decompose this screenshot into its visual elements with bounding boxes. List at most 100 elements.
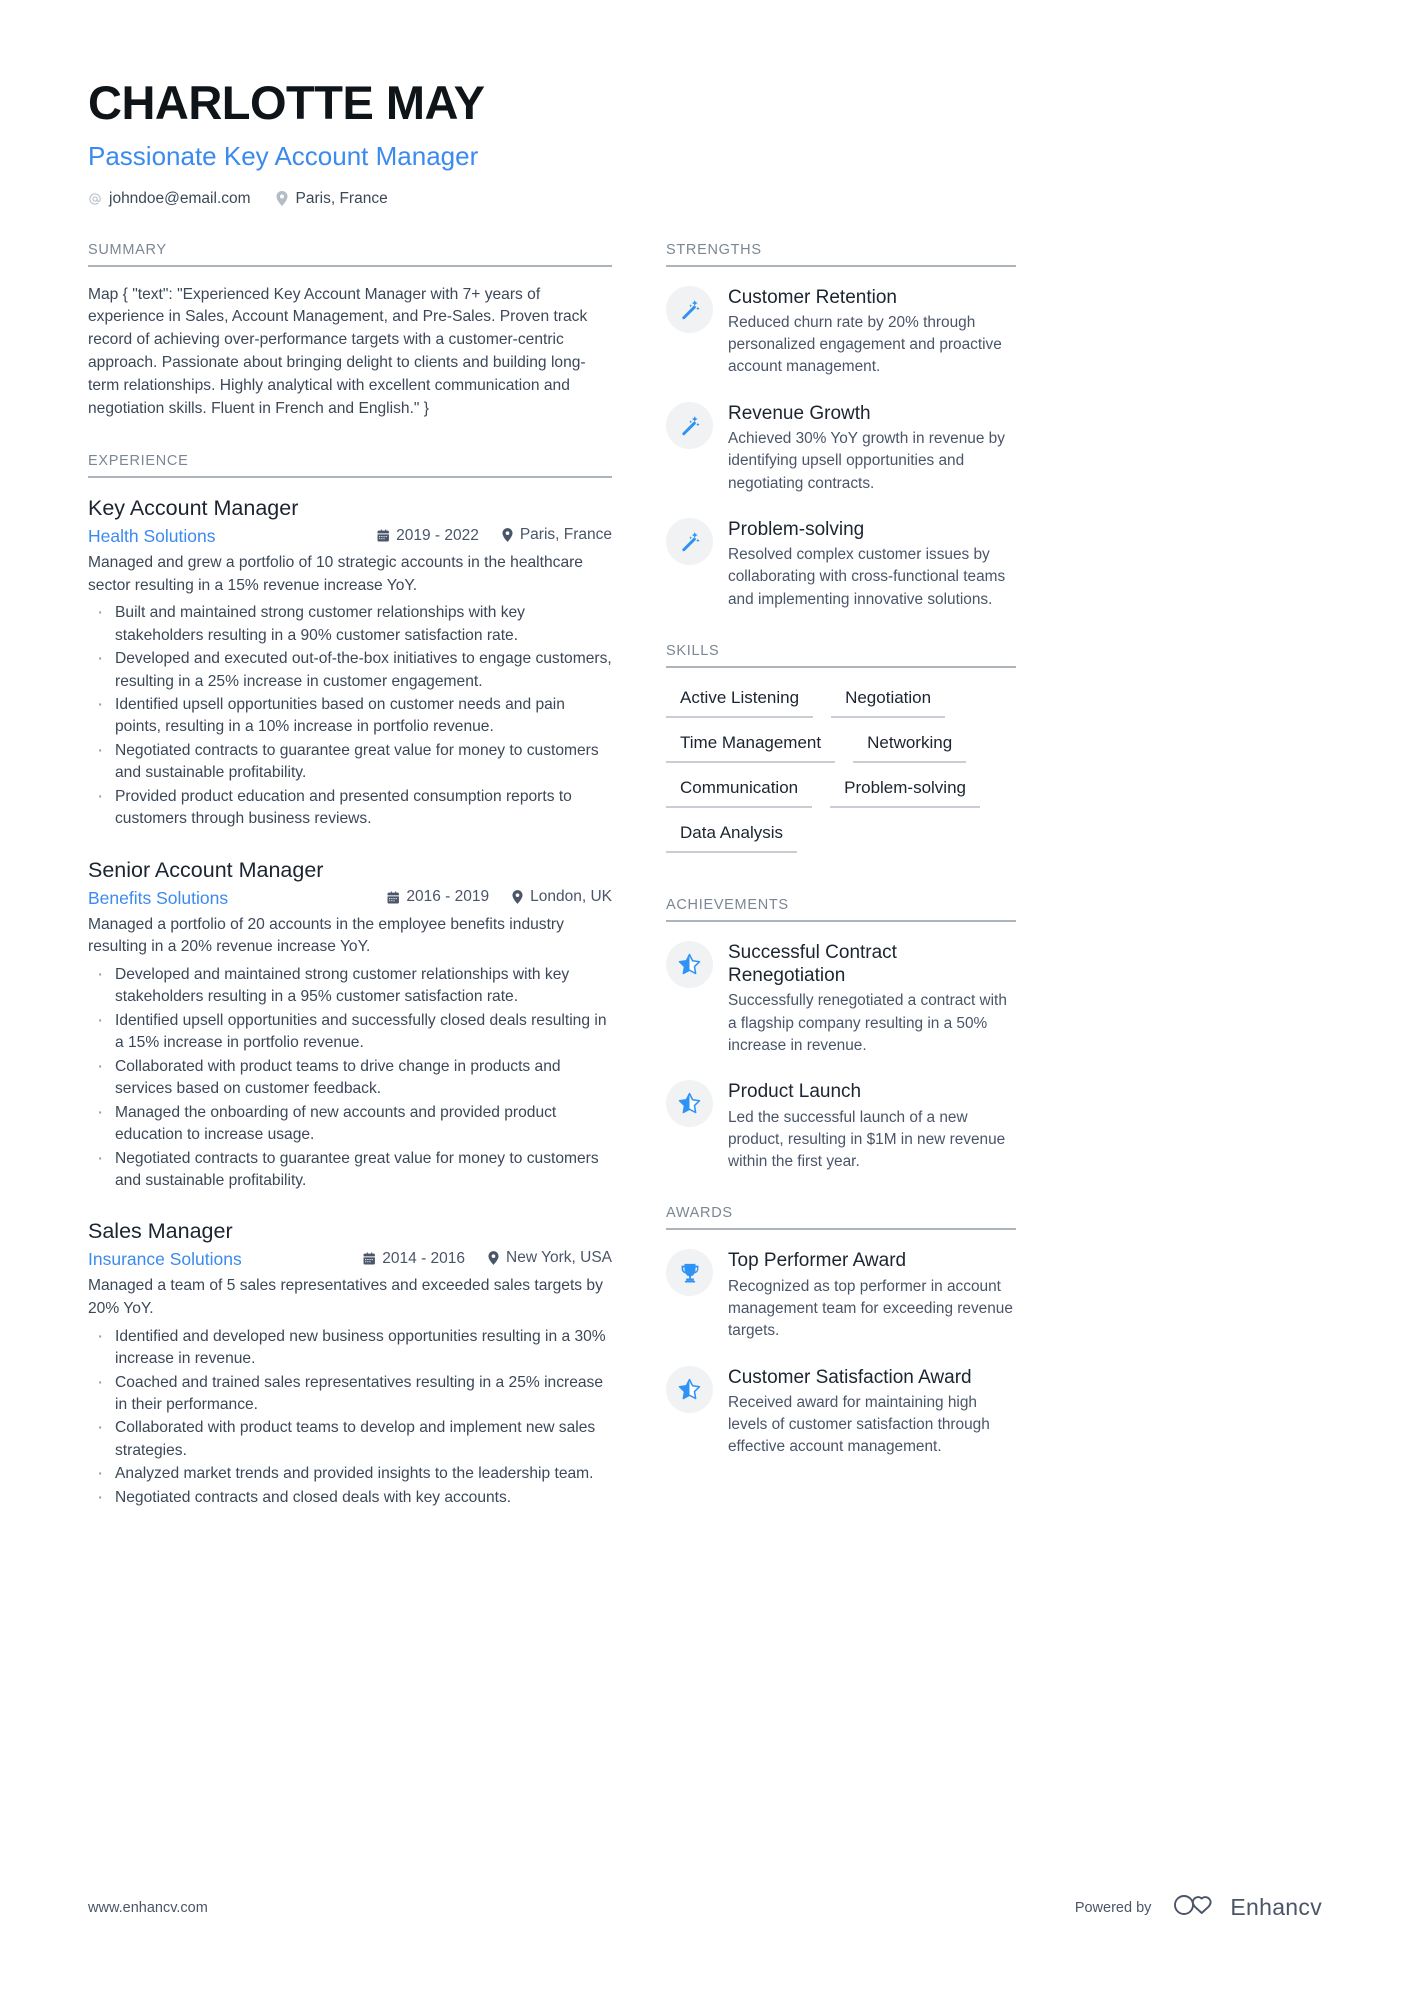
summary-text: Map { "text": "Experienced Key Account M… bbox=[88, 285, 588, 418]
job-bullets: Identified and developed new business op… bbox=[88, 1324, 612, 1511]
job-location-text: Paris, France bbox=[519, 526, 612, 543]
strength-desc: Resolved complex customer issues by coll… bbox=[728, 546, 1006, 608]
skill-tag: Networking bbox=[853, 730, 967, 763]
job-location: London, UK bbox=[511, 888, 612, 906]
enhancv-brand[interactable]: Enhancv bbox=[1173, 1892, 1322, 1923]
award-title: Customer Satisfaction Award bbox=[728, 1366, 972, 1388]
location-pin-icon bbox=[501, 528, 514, 543]
job-bullet: Identified upsell opportunities based on… bbox=[88, 692, 612, 739]
awards-heading: AWARDS bbox=[666, 1205, 1016, 1231]
enhancv-logo-icon bbox=[1173, 1892, 1219, 1923]
skill-tag: Problem-solving bbox=[830, 775, 980, 808]
job-date-text: 2016 - 2019 bbox=[406, 888, 490, 906]
job-bullet: Collaborated with product teams to drive… bbox=[88, 1054, 612, 1101]
job-bullet: Collaborated with product teams to devel… bbox=[88, 1415, 612, 1462]
job-company[interactable]: Insurance Solutions bbox=[88, 1249, 363, 1270]
at-sign-icon bbox=[88, 191, 102, 207]
job-summary: Managed a portfolio of 20 accounts in th… bbox=[88, 915, 564, 956]
enhancv-brand-name: Enhancv bbox=[1230, 1894, 1322, 1920]
calendar-icon bbox=[363, 1251, 376, 1266]
achievements-section: ACHIEVEMENTS Successful Contract Renegot… bbox=[666, 897, 1016, 1173]
strength-body: Revenue Growth Achieved 30% YoY growth i… bbox=[728, 400, 1016, 495]
job-date: 2016 - 2019 bbox=[387, 888, 489, 906]
job-bullets: Built and maintained strong customer rel… bbox=[88, 600, 612, 831]
job-date-text: 2019 - 2022 bbox=[396, 526, 479, 544]
location-pin-icon bbox=[487, 1251, 500, 1266]
achievement-body: Successful Contract Renegotiation Succes… bbox=[728, 939, 1016, 1057]
job-bullet: Developed and maintained strong customer… bbox=[88, 962, 612, 1009]
experience-heading: EXPERIENCE bbox=[88, 453, 612, 479]
job-bullet: Provided product education and presented… bbox=[88, 784, 612, 831]
footer-url[interactable]: www.enhancv.com bbox=[88, 1900, 208, 1916]
strength-body: Customer Retention Reduced churn rate by… bbox=[728, 284, 1016, 379]
job-bullets: Developed and maintained strong customer… bbox=[88, 962, 612, 1193]
skills-section: SKILLS Active Listening Negotiation Time… bbox=[666, 643, 1016, 865]
achievement-body: Product Launch Led the successful launch… bbox=[728, 1078, 1016, 1173]
award-title: Top Performer Award bbox=[728, 1250, 907, 1272]
candidate-name: CHARLOTTE MAY bbox=[88, 76, 485, 129]
achievement-title: Successful Contract Renegotiation bbox=[728, 942, 897, 987]
achievement-item: Product Launch Led the successful launch… bbox=[666, 1078, 1016, 1173]
right-column: STRENGTHS Customer Retention Reduced chu… bbox=[666, 242, 1016, 1514]
strength-body: Problem-solving Resolved complex custome… bbox=[728, 516, 1016, 611]
skill-tag: Negotiation bbox=[831, 685, 946, 718]
job-date: 2019 - 2022 bbox=[377, 527, 479, 545]
strength-title: Problem-solving bbox=[728, 518, 865, 540]
location-pin-icon bbox=[275, 191, 289, 207]
job-bullet: Developed and executed out-of-the-box in… bbox=[88, 646, 612, 693]
contact-row: johndoe@email.com Paris, France bbox=[88, 190, 1410, 208]
skills-heading: SKILLS bbox=[666, 643, 1016, 668]
job-location: New York, USA bbox=[487, 1249, 612, 1267]
job-summary: Managed a team of 5 sales representative… bbox=[88, 1277, 603, 1317]
strength-item: Problem-solving Resolved complex custome… bbox=[666, 516, 1016, 611]
job-title: Sales Manager bbox=[88, 1219, 233, 1244]
job-location-text: New York, USA bbox=[506, 1249, 612, 1267]
contact-email-text: johndoe@email.com bbox=[109, 189, 251, 207]
award-body: Top Performer Award Recognized as top pe… bbox=[728, 1247, 1016, 1342]
award-item: Customer Satisfaction Award Received awa… bbox=[666, 1364, 1016, 1459]
contact-email[interactable]: johndoe@email.com bbox=[88, 190, 251, 208]
achievement-desc: Successfully renegotiated a contract wit… bbox=[728, 992, 1007, 1054]
achievement-item: Successful Contract Renegotiation Succes… bbox=[666, 939, 1016, 1057]
magic-wand-icon bbox=[666, 401, 713, 449]
award-item: Top Performer Award Recognized as top pe… bbox=[666, 1247, 1016, 1342]
job-title: Senior Account Manager bbox=[88, 857, 324, 882]
job-bullet: Managed the onboarding of new accounts a… bbox=[88, 1100, 612, 1147]
award-desc: Recognized as top performer in account m… bbox=[728, 1277, 1013, 1340]
footer-brand-area: Powered by Enhancv bbox=[1075, 1892, 1322, 1923]
summary-section: SUMMARY Map { "text": "Experienced Key A… bbox=[88, 242, 612, 422]
job-bullet: Negotiated contracts to guarantee great … bbox=[88, 738, 612, 785]
job-location-text: London, UK bbox=[530, 887, 612, 905]
strengths-section: STRENGTHS Customer Retention Reduced chu… bbox=[666, 242, 1016, 611]
magic-wand-icon bbox=[666, 285, 713, 333]
job-company[interactable]: Health Solutions bbox=[88, 526, 377, 547]
experience-item: Key Account Manager Health Solutions 201… bbox=[88, 495, 612, 831]
job-location: Paris, France bbox=[501, 526, 612, 544]
summary-heading: SUMMARY bbox=[88, 242, 612, 267]
experience-item: Sales Manager Insurance Solutions 2014 -… bbox=[88, 1218, 612, 1511]
job-company[interactable]: Benefits Solutions bbox=[88, 888, 387, 909]
resume-header: CHARLOTTE MAY Passionate Key Account Man… bbox=[0, 0, 1410, 208]
calendar-icon bbox=[387, 890, 400, 905]
job-bullet: Identified and developed new business op… bbox=[88, 1324, 612, 1371]
strength-desc: Achieved 30% YoY growth in revenue by id… bbox=[728, 429, 1005, 492]
job-meta: Benefits Solutions 2016 - 2019 London, U… bbox=[88, 888, 612, 909]
magic-wand-icon bbox=[666, 517, 713, 565]
strength-item: Customer Retention Reduced churn rate by… bbox=[666, 284, 1016, 379]
skill-tag: Data Analysis bbox=[666, 820, 797, 853]
job-bullet: Coached and trained sales representative… bbox=[88, 1370, 612, 1417]
job-title: Key Account Manager bbox=[88, 496, 299, 521]
strength-desc: Reduced churn rate by 20% through person… bbox=[728, 313, 1002, 376]
job-meta: Health Solutions 2019 - 2022 Paris, Fran… bbox=[88, 526, 612, 547]
job-date: 2014 - 2016 bbox=[363, 1250, 465, 1268]
contact-location-text: Paris, France bbox=[295, 189, 388, 207]
job-meta: Insurance Solutions 2014 - 2016 New York… bbox=[88, 1249, 612, 1270]
contact-location: Paris, France bbox=[275, 190, 388, 208]
strength-item: Revenue Growth Achieved 30% YoY growth i… bbox=[666, 400, 1016, 495]
resume-footer: www.enhancv.com Powered by Enhancv bbox=[88, 1892, 1322, 1923]
skills-list: Active Listening Negotiation Time Manage… bbox=[666, 685, 1016, 865]
left-column: SUMMARY Map { "text": "Experienced Key A… bbox=[88, 242, 612, 1514]
job-summary: Managed and grew a portfolio of 10 strat… bbox=[88, 554, 583, 594]
job-bullet: Negotiated contracts to guarantee great … bbox=[88, 1146, 612, 1193]
location-pin-icon bbox=[511, 889, 524, 904]
